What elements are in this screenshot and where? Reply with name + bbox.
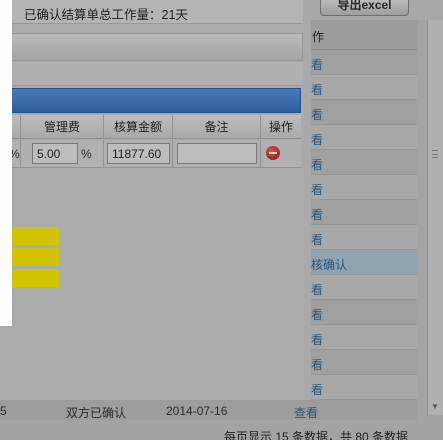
modal-section-spacer [0, 62, 303, 86]
vertical-scrollbar[interactable] [427, 20, 443, 415]
table-row: 5 双方已确认 2014-07-16 查看 [0, 400, 417, 420]
table-row: 看 [311, 75, 417, 100]
view-link[interactable]: 看 [311, 106, 323, 123]
view-link[interactable]: 看 [311, 231, 323, 248]
view-link[interactable]: 看 [311, 56, 323, 73]
table-row: 看 [311, 50, 417, 75]
percent-sign: % [81, 147, 92, 161]
table-row-highlighted: 核确认 [311, 250, 417, 275]
view-link[interactable]: 查看 [294, 404, 318, 421]
cell-amount [104, 140, 173, 168]
view-link[interactable]: 看 [311, 281, 323, 298]
table-row: 看 [311, 200, 417, 225]
table-row: 看 [311, 375, 417, 400]
view-link[interactable]: 看 [311, 156, 323, 173]
table-row: 看 [311, 275, 417, 300]
table-row: 看 [311, 175, 417, 200]
background-table-rows: 看 看 看 看 看 看 看 看 核确认 看 看 看 看 看 [311, 50, 417, 400]
table-row: 看 [311, 325, 417, 350]
row-cell-status: 双方已确认 [66, 406, 127, 420]
view-link[interactable]: 看 [311, 381, 323, 398]
column-header-management-fee: 管理费 [21, 115, 104, 139]
pagination-summary: 每页显示 15 条数据，共 80 条数据 [224, 430, 409, 440]
table-row: 看 [311, 100, 417, 125]
view-link[interactable]: 看 [311, 131, 323, 148]
row-cell-number: 5 [0, 404, 7, 418]
cell-remark [173, 140, 261, 168]
modal-section-header [0, 33, 303, 61]
settlement-modal: 已确认结算单总工作量：21天 管理费 核算金额 备注 操作 % % [0, 0, 311, 400]
white-side-panel [0, 0, 12, 326]
table-row: 看 [311, 150, 417, 175]
row-cell-date: 2014-07-16 [166, 404, 228, 418]
fee-table-row: % % [0, 140, 301, 168]
background-header-label: 作 [312, 30, 325, 44]
yellow-block [12, 227, 59, 245]
export-excel-button[interactable]: 导出excel [320, 0, 409, 16]
view-link[interactable]: 看 [311, 306, 323, 323]
table-row: 看 [311, 300, 417, 325]
table-row: 看 [311, 125, 417, 150]
fee-table-header: 管理费 核算金额 备注 操作 [0, 115, 301, 139]
column-header-amount: 核算金额 [104, 115, 173, 139]
remark-input[interactable] [177, 143, 257, 164]
yellow-block [12, 248, 59, 266]
view-link[interactable]: 看 [311, 81, 323, 98]
yellow-block [12, 269, 59, 287]
table-row: 看 [311, 350, 417, 375]
amount-input[interactable] [107, 143, 170, 164]
column-header-remark: 备注 [173, 115, 261, 139]
delete-icon[interactable] [266, 146, 280, 160]
management-fee-input[interactable] [32, 143, 78, 164]
background-table-header [311, 20, 417, 50]
table-title-bar [0, 88, 301, 113]
view-link[interactable]: 看 [311, 206, 323, 223]
column-header-action: 操作 [268, 120, 293, 134]
view-link[interactable]: 看 [311, 356, 323, 373]
view-link[interactable]: 看 [311, 181, 323, 198]
view-link[interactable]: 看 [311, 331, 323, 348]
table-row: 看 [311, 225, 417, 250]
modal-edge [303, 0, 311, 400]
confirm-link[interactable]: 核确认 [311, 256, 347, 273]
cell-management-fee: % [21, 140, 104, 168]
scrollbar-grip-icon[interactable] [432, 150, 438, 158]
modal-summary-bar: 已确认结算单总工作量：21天 [0, 0, 303, 24]
total-workload-summary: 已确认结算单总工作量：21天 [24, 8, 188, 22]
